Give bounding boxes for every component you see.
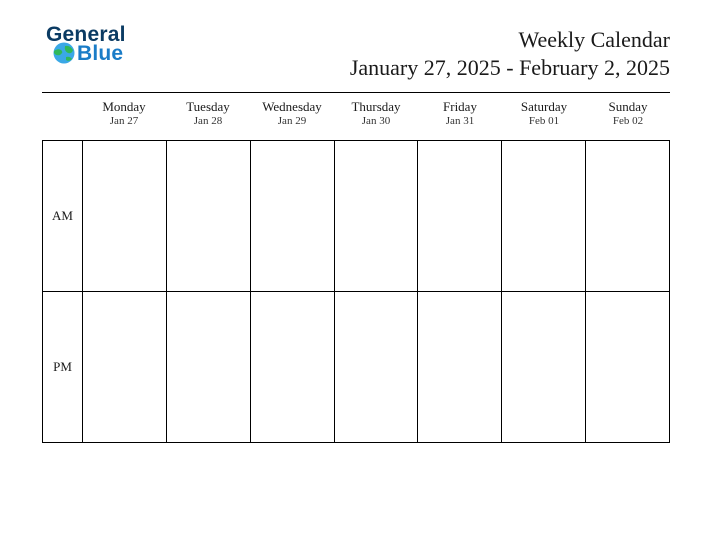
day-date: Jan 31 bbox=[418, 114, 502, 128]
calendar-grid: AM PM bbox=[42, 140, 670, 443]
calendar-cell bbox=[83, 141, 167, 292]
day-header-row: Monday Jan 27 Tuesday Jan 28 Wednesday J… bbox=[42, 96, 670, 140]
logo-word-blue: Blue bbox=[77, 43, 123, 64]
day-header: Saturday Feb 01 bbox=[502, 96, 586, 140]
am-row: AM bbox=[43, 141, 670, 292]
calendar-cell bbox=[334, 141, 418, 292]
day-date: Jan 29 bbox=[250, 114, 334, 128]
day-date: Jan 27 bbox=[82, 114, 166, 128]
day-header: Friday Jan 31 bbox=[418, 96, 502, 140]
day-header: Sunday Feb 02 bbox=[586, 96, 670, 140]
calendar-cell bbox=[166, 292, 250, 443]
brand-logo: General Blue bbox=[46, 24, 156, 72]
calendar-cell bbox=[586, 141, 670, 292]
date-range: January 27, 2025 - February 2, 2025 bbox=[350, 54, 670, 82]
weekly-calendar-page: General Blue Weekly Calendar January 27,… bbox=[0, 0, 712, 550]
calendar-cell bbox=[418, 292, 502, 443]
calendar-cell bbox=[418, 141, 502, 292]
page-title: Weekly Calendar bbox=[350, 26, 670, 54]
day-name: Saturday bbox=[502, 100, 586, 114]
day-name: Monday bbox=[82, 100, 166, 114]
day-name: Tuesday bbox=[166, 100, 250, 114]
am-label: AM bbox=[43, 141, 83, 292]
calendar-cell bbox=[586, 292, 670, 443]
day-header: Wednesday Jan 29 bbox=[250, 96, 334, 140]
calendar-cell bbox=[250, 292, 334, 443]
pm-row: PM bbox=[43, 292, 670, 443]
day-name: Thursday bbox=[334, 100, 418, 114]
day-date: Feb 02 bbox=[586, 114, 670, 128]
pm-label: PM bbox=[43, 292, 83, 443]
day-name: Sunday bbox=[586, 100, 670, 114]
calendar-cell bbox=[334, 292, 418, 443]
day-header: Thursday Jan 30 bbox=[334, 96, 418, 140]
day-name: Wednesday bbox=[250, 100, 334, 114]
calendar-cell bbox=[250, 141, 334, 292]
day-name: Friday bbox=[418, 100, 502, 114]
day-date: Feb 01 bbox=[502, 114, 586, 128]
day-header: Monday Jan 27 bbox=[82, 96, 166, 140]
title-block: Weekly Calendar January 27, 2025 - Febru… bbox=[350, 26, 670, 81]
day-header: Tuesday Jan 28 bbox=[166, 96, 250, 140]
calendar-cell bbox=[83, 292, 167, 443]
calendar-cell bbox=[166, 141, 250, 292]
calendar-cell bbox=[502, 292, 586, 443]
day-date: Jan 30 bbox=[334, 114, 418, 128]
calendar: Monday Jan 27 Tuesday Jan 28 Wednesday J… bbox=[42, 96, 670, 443]
calendar-cell bbox=[502, 141, 586, 292]
globe-icon bbox=[52, 41, 76, 65]
top-rule bbox=[42, 92, 670, 93]
day-date: Jan 28 bbox=[166, 114, 250, 128]
